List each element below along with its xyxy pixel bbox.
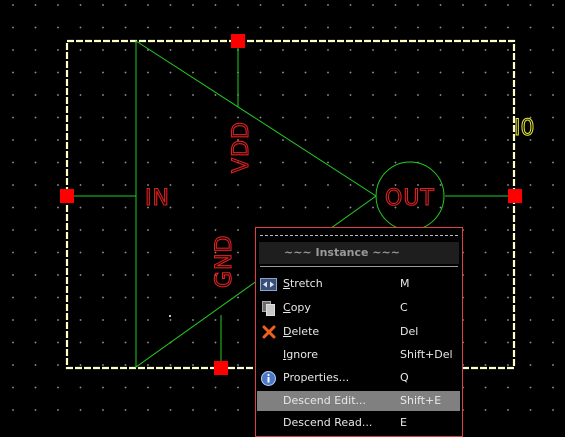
label-vdd: VDD bbox=[229, 121, 254, 173]
mnemonic-c: C bbox=[283, 301, 291, 314]
menu-separator bbox=[260, 266, 458, 267]
label-out: OUT bbox=[385, 186, 435, 211]
menu-item-shortcut: Shift+Del bbox=[400, 348, 453, 361]
menu-item-descend-edit[interactable]: Descend Edit... Shift+E bbox=[257, 391, 460, 411]
menu-item-label: Copy bbox=[283, 298, 311, 318]
info-icon bbox=[260, 370, 277, 386]
menu-item-descend-read[interactable]: Descend Read... E bbox=[257, 413, 460, 433]
label-rest: opy bbox=[290, 301, 311, 314]
menu-item-delete[interactable]: Delete Del bbox=[257, 322, 460, 342]
pin-out[interactable] bbox=[508, 189, 522, 203]
instance-context-menu[interactable]: ~~~ Instance ~~~ Stretch M Copy C Delete bbox=[255, 227, 463, 437]
menu-item-properties[interactable]: Properties... Q bbox=[257, 368, 460, 388]
pin-in[interactable] bbox=[60, 189, 74, 203]
pin-vdd[interactable] bbox=[231, 34, 245, 48]
label-rest: tretch bbox=[289, 277, 323, 290]
grid-origin-dot bbox=[169, 315, 171, 317]
label-in: IN bbox=[145, 186, 170, 211]
menu-item-label: Properties... bbox=[283, 371, 350, 384]
menu-item-label: Delete bbox=[283, 322, 319, 342]
menu-item-ignore[interactable]: Ignore Shift+Del bbox=[257, 345, 460, 365]
menu-item-shortcut: C bbox=[400, 301, 408, 314]
menu-item-shortcut: Q bbox=[400, 371, 409, 384]
menu-item-label: Descend Edit... bbox=[283, 394, 367, 407]
stretch-icon bbox=[260, 276, 277, 292]
menu-title: ~~~ Instance ~~~ bbox=[259, 242, 459, 264]
menu-tearoff[interactable] bbox=[260, 235, 458, 236]
menu-item-shortcut: E bbox=[400, 416, 407, 429]
menu-item-label: Ignore bbox=[283, 345, 318, 365]
label-rest: elete bbox=[291, 325, 320, 338]
menu-item-copy[interactable]: Copy C bbox=[257, 298, 460, 318]
label-gnd: GND bbox=[212, 235, 237, 288]
menu-item-label: Descend Read... bbox=[283, 416, 373, 429]
label-rest: gnore bbox=[286, 348, 318, 361]
menu-item-shortcut: Del bbox=[400, 325, 419, 338]
instance-name: I0 bbox=[514, 116, 535, 141]
menu-item-shortcut: Shift+E bbox=[400, 394, 442, 407]
delete-icon bbox=[260, 324, 277, 340]
pin-gnd[interactable] bbox=[214, 361, 228, 375]
menu-item-shortcut: M bbox=[400, 277, 410, 290]
mnemonic-s: S bbox=[283, 277, 290, 290]
copy-icon bbox=[260, 300, 277, 316]
menu-item-label: Stretch bbox=[283, 274, 323, 294]
menu-item-stretch[interactable]: Stretch M bbox=[257, 274, 460, 294]
